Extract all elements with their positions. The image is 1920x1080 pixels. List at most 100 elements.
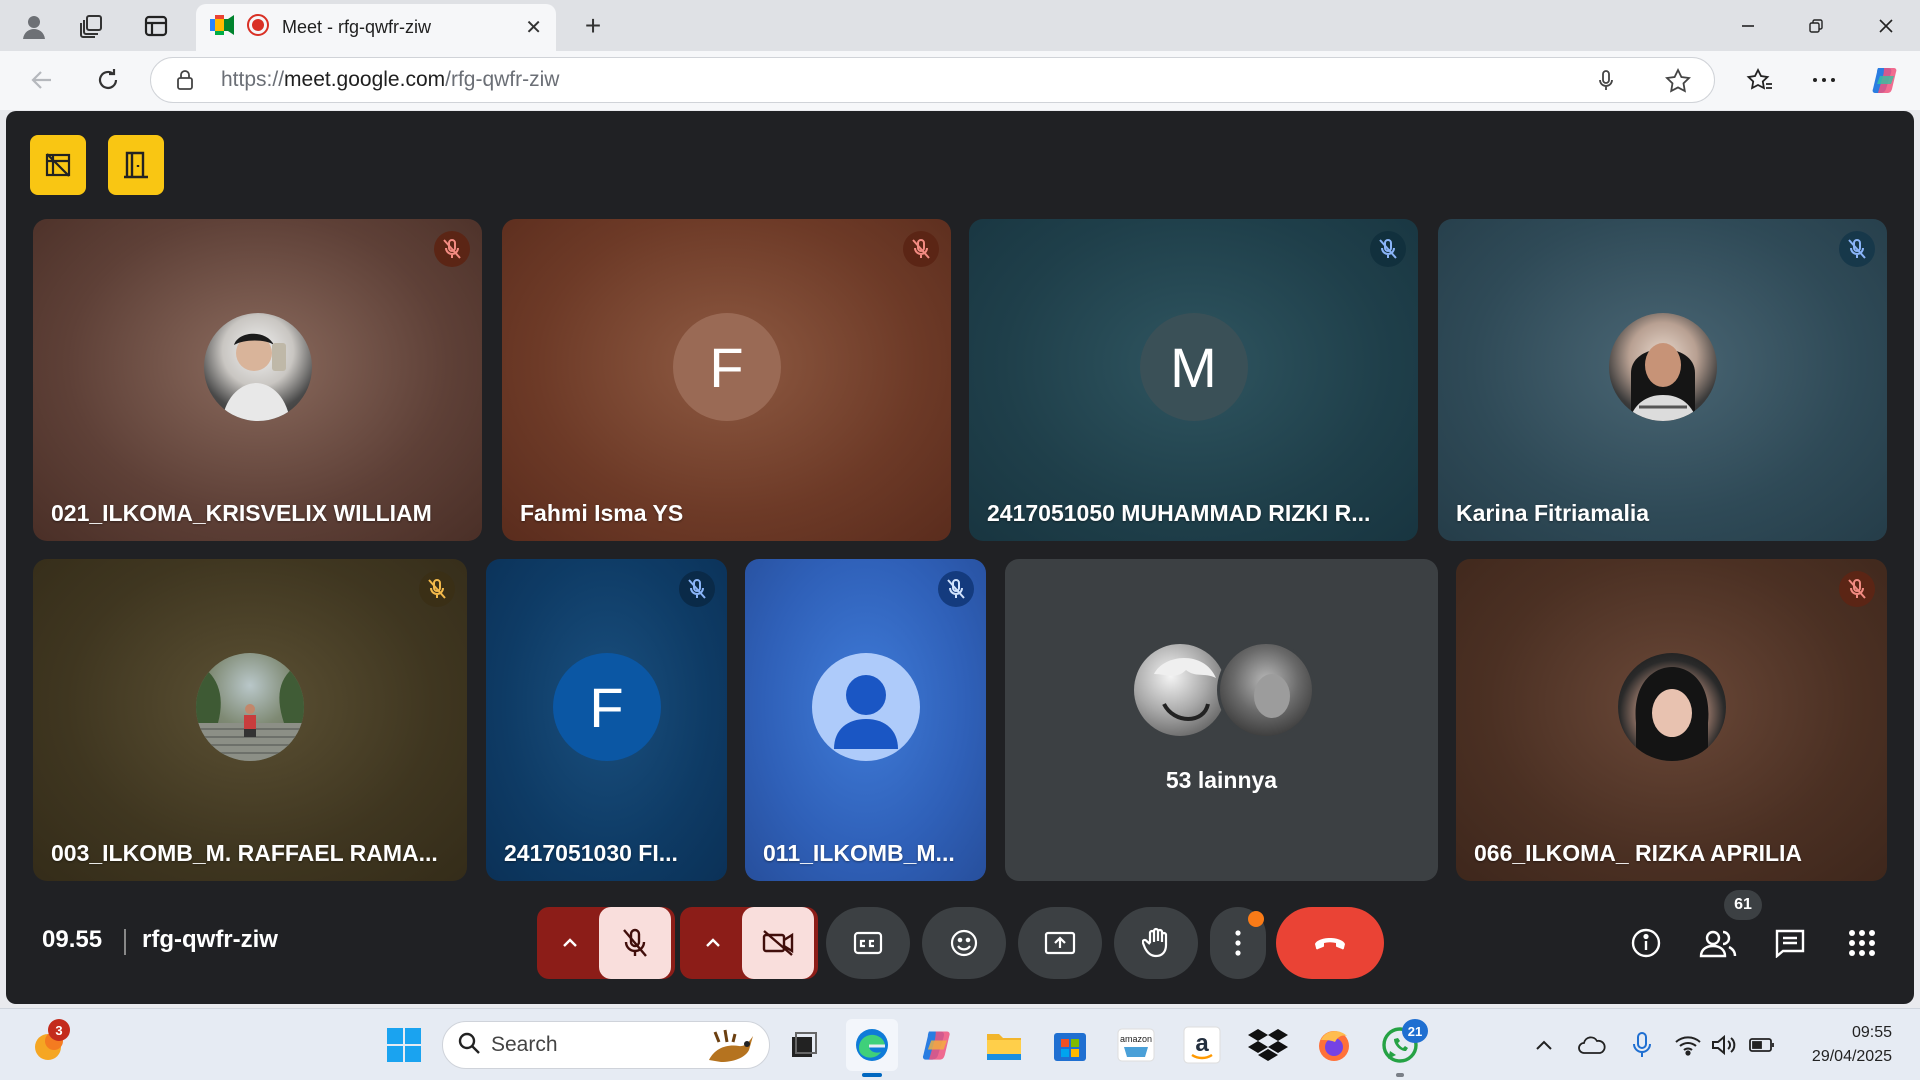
task-view-icon[interactable]: [778, 1019, 830, 1071]
whatsapp-badge: 21: [1402, 1019, 1428, 1043]
others-tile[interactable]: 53 lainnya: [1005, 559, 1438, 881]
mic-options-chevron-icon[interactable]: [541, 938, 599, 948]
participant-name: 003_ILKOMB_M. RAFFAEL RAMA...: [51, 840, 438, 866]
tab-actions-icon[interactable]: [136, 6, 176, 46]
meeting-details-button[interactable]: [1620, 911, 1672, 975]
muted-icon: [1370, 231, 1406, 267]
muted-icon: [1839, 231, 1875, 267]
battery-icon[interactable]: [1744, 1027, 1780, 1063]
tab-meet[interactable]: Meet - rfg-qwfr-ziw ✕: [196, 4, 556, 51]
clock-date: 29/04/2025: [1811, 1048, 1892, 1065]
clock-time: 09:55: [1851, 1024, 1892, 1041]
mic-control-group: [537, 907, 675, 979]
chat-button[interactable]: [1764, 911, 1816, 975]
dropbox-icon[interactable]: [1242, 1019, 1294, 1071]
browser-tab-strip: Meet - rfg-qwfr-ziw ✕ +: [0, 0, 1920, 51]
address-bar[interactable]: https://meet.google.com/rfg-qwfr-ziw: [150, 57, 1715, 103]
muted-icon: [679, 571, 715, 607]
favorites-icon[interactable]: [1740, 60, 1780, 100]
participant-avatar: [1617, 653, 1726, 762]
tab-close-icon[interactable]: ✕: [525, 15, 542, 40]
participant-tile[interactable]: 066_ILKOMA_ RIZKA APRILIA: [1456, 559, 1887, 881]
participant-tile[interactable]: 021_ILKOMA_KRISVELIX WILLIAM: [33, 219, 482, 541]
participant-tile[interactable]: 011_ILKOMB_M...: [745, 559, 986, 881]
participant-name: 2417051050 MUHAMMAD RIZKI R...: [987, 500, 1371, 526]
participant-avatar: M: [1139, 313, 1248, 422]
browser-toolbar: https://meet.google.com/rfg-qwfr-ziw: [0, 51, 1920, 110]
camera-options-chevron-icon[interactable]: [684, 938, 742, 948]
taskbar-clock[interactable]: 09:55 29/04/2025: [1812, 1021, 1892, 1069]
present-screen-button[interactable]: [1018, 907, 1102, 979]
more-options-button[interactable]: [1210, 907, 1266, 979]
firefox-icon[interactable]: [1308, 1019, 1360, 1071]
voice-search-icon[interactable]: [1596, 69, 1616, 98]
muted-icon: [903, 231, 939, 267]
participant-name: 2417051030 FI...: [504, 840, 678, 866]
reactions-button[interactable]: [922, 907, 1006, 979]
meeting-time: 09.55: [42, 926, 103, 953]
windows-taskbar: 3 Search amazon a 21 09:55 29/04/2025: [0, 1008, 1920, 1080]
more-menu-icon[interactable]: [1804, 60, 1844, 100]
profile-icon[interactable]: [14, 6, 54, 46]
close-window-button[interactable]: [1852, 0, 1920, 51]
workspaces-icon[interactable]: [72, 6, 112, 46]
wifi-icon[interactable]: [1670, 1027, 1706, 1063]
copilot-app-icon[interactable]: [912, 1019, 964, 1071]
recording-icon: [246, 13, 270, 42]
activities-button[interactable]: [1836, 911, 1888, 975]
minimize-button[interactable]: [1714, 0, 1782, 51]
participant-avatar: F: [552, 653, 661, 762]
start-button[interactable]: [378, 1019, 430, 1071]
mic-toggle-button[interactable]: [599, 907, 671, 979]
participant-avatar: [203, 313, 312, 422]
participant-name: 011_ILKOMB_M...: [763, 840, 955, 866]
participant-tile[interactable]: F Fahmi Isma YS: [502, 219, 951, 541]
camera-toggle-button[interactable]: [742, 907, 814, 979]
favorite-star-icon[interactable]: [1664, 67, 1692, 100]
back-button[interactable]: [22, 60, 62, 100]
meeting-code: rfg-qwfr-ziw: [142, 926, 278, 953]
participant-tile[interactable]: F 2417051030 FI...: [486, 559, 727, 881]
participant-name: Karina Fitriamalia: [1456, 500, 1650, 526]
url-text: https://meet.google.com/rfg-qwfr-ziw: [221, 68, 560, 91]
active-indicator: [1396, 1073, 1404, 1077]
microphone-in-use-icon[interactable]: [1624, 1027, 1660, 1063]
widgets-badge: 3: [48, 1019, 70, 1041]
volume-icon[interactable]: [1706, 1027, 1742, 1063]
new-tab-button[interactable]: +: [575, 8, 611, 44]
site-lock-icon[interactable]: [175, 69, 195, 96]
reload-button[interactable]: [88, 60, 128, 100]
restore-button[interactable]: [1782, 0, 1850, 51]
microsoft-store-icon[interactable]: [1044, 1019, 1096, 1071]
others-avatar-2: [1217, 641, 1315, 739]
captions-button[interactable]: [826, 907, 910, 979]
camera-control-group: [680, 907, 818, 979]
people-button[interactable]: [1692, 911, 1744, 975]
raise-hand-button[interactable]: [1114, 907, 1198, 979]
search-placeholder: Search: [491, 1033, 558, 1056]
participant-tile[interactable]: Karina Fitriamalia: [1438, 219, 1887, 541]
copilot-icon[interactable]: [1866, 60, 1906, 100]
file-explorer-icon[interactable]: [978, 1019, 1030, 1071]
show-hidden-icons-chevron-icon[interactable]: [1526, 1027, 1562, 1063]
participant-tile[interactable]: M 2417051050 MUHAMMAD RIZKI R...: [969, 219, 1418, 541]
participant-name: Fahmi Isma YS: [520, 500, 684, 526]
meet-stage: 021_ILKOMA_KRISVELIX WILLIAM F Fahmi Ism…: [6, 111, 1914, 1004]
leave-call-button[interactable]: [1276, 907, 1384, 979]
notification-dot: [1248, 911, 1264, 927]
meet-logo-icon: [210, 15, 234, 40]
amazon-icon[interactable]: a: [1176, 1019, 1228, 1071]
search-highlight-icon: [701, 1026, 759, 1071]
participant-tile[interactable]: 003_ILKOMB_M. RAFFAEL RAMA...: [33, 559, 467, 881]
people-count-badge: 61: [1724, 890, 1762, 920]
taskbar-search[interactable]: Search: [442, 1021, 770, 1069]
amazon-shopping-icon[interactable]: amazon: [1110, 1019, 1162, 1071]
extension-button-1[interactable]: [30, 135, 86, 195]
muted-icon: [938, 571, 974, 607]
participant-name: 066_ILKOMA_ RIZKA APRILIA: [1474, 840, 1803, 866]
edge-icon[interactable]: [846, 1019, 898, 1077]
onedrive-icon[interactable]: [1574, 1027, 1610, 1063]
active-indicator: [862, 1073, 882, 1077]
exit-room-button[interactable]: [108, 135, 164, 195]
muted-icon: [1839, 571, 1875, 607]
